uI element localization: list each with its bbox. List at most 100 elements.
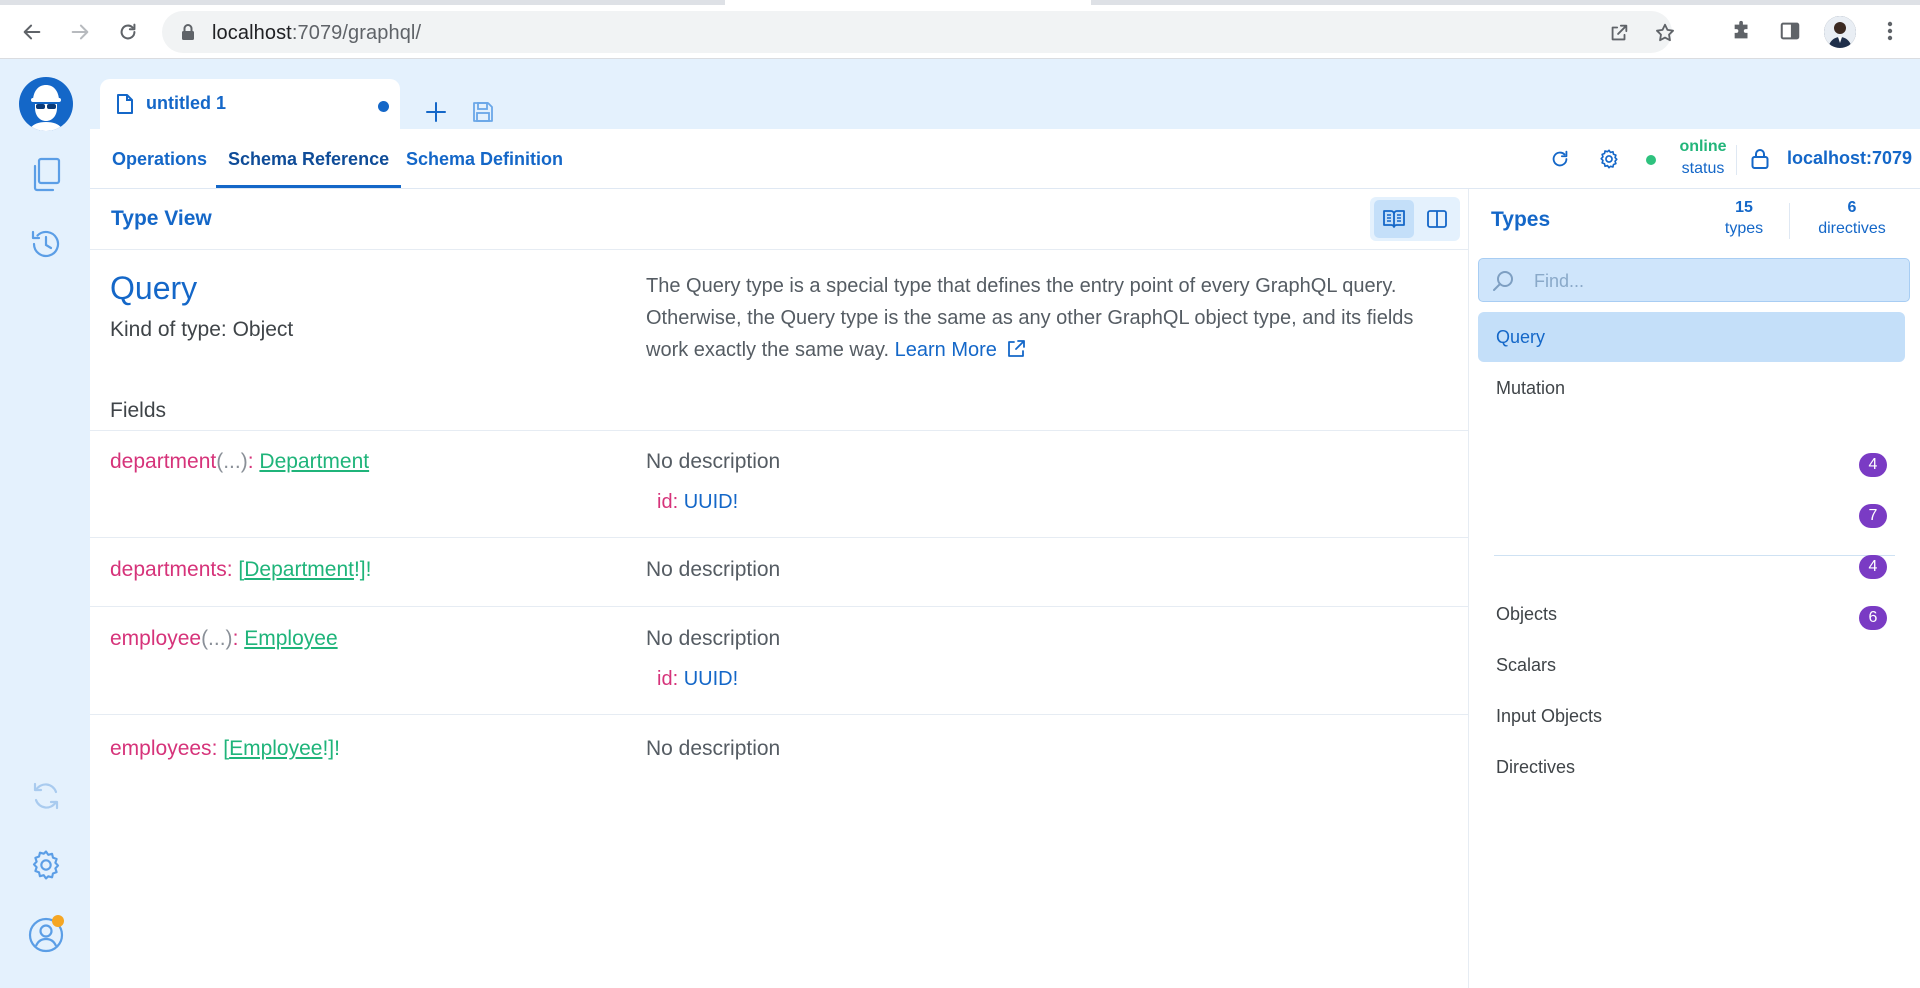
type-view: Type View Query Kind of type: Object The… [90,189,1469,988]
avatar-icon [1824,16,1856,48]
type-name: Query [110,270,198,306]
field-name[interactable]: department [110,450,216,473]
objects-count-badge: 4 [1859,453,1887,477]
lock-icon [182,24,194,40]
graphql-ide: untitled 1 Operations Schema Reference S… [0,59,1920,988]
columns-icon [1427,210,1447,228]
forward-button[interactable] [62,14,98,50]
fields-heading: Fields [110,399,167,422]
tab-strip [0,0,1920,5]
split-view-button[interactable] [1417,200,1457,238]
types-title: Types [1491,208,1551,231]
field-signature: departments: [Department!]! [110,558,372,581]
field-row: employee(...): Employee No description i… [90,606,1469,714]
save-icon [473,102,493,122]
field-type-link[interactable]: Department [244,558,354,581]
documents-button[interactable] [27,156,65,194]
category-directives[interactable]: Directives [1478,742,1905,792]
field-signature: employees: [Employee!]! [110,737,340,760]
directives-count-badge: 6 [1859,606,1887,630]
external-link-icon [1008,340,1026,357]
star-icon [1656,23,1674,42]
type-view-header: Type View [90,189,1469,250]
type-view-title: Type View [111,207,212,230]
side-panel-button[interactable] [1775,16,1805,46]
field-description: No description [646,737,781,760]
history-button[interactable] [27,225,65,263]
endpoint-host[interactable]: localhost:7079 [1787,148,1912,169]
account-button[interactable] [27,915,65,953]
field-description: No description [646,627,781,650]
reading-view-button[interactable] [1374,200,1414,238]
tab-operations[interactable]: Operations [100,129,219,188]
sync-button[interactable] [27,777,65,815]
history-icon [31,230,60,258]
document-tab-title: untitled 1 [146,93,226,113]
category-objects[interactable]: Objects [1478,589,1905,639]
field-signature: department(...): Department [110,450,370,473]
left-rail [0,59,90,988]
field-type-link[interactable]: Department [259,450,369,473]
browser-menu-button[interactable] [1875,16,1905,46]
side-panel-icon [1780,22,1800,40]
tab-schema-definition[interactable]: Schema Definition [394,129,575,188]
settings-button[interactable] [27,846,65,884]
main-panel: Operations Schema Reference Schema Defin… [90,129,1920,988]
new-tab-button[interactable] [420,96,452,128]
share-icon [1611,24,1628,41]
search-placeholder: Find... [1534,271,1585,291]
type-item-query[interactable]: Query [1478,312,1905,362]
online-status-dot [1646,155,1656,165]
type-search-input[interactable]: Find... [1478,258,1910,302]
category-scalars[interactable]: Scalars [1478,640,1905,690]
extensions-button[interactable] [1727,16,1757,46]
search-icon [1493,271,1513,291]
field-type-link[interactable]: Employee [244,627,337,650]
field-description: No description [646,450,781,473]
types-counter: 15 types [1724,199,1764,237]
field-row: department(...): Department No descripti… [90,430,1469,537]
field-args-hint: (...) [201,627,233,650]
profile-avatar[interactable] [1824,16,1856,48]
lock-icon [1751,149,1769,169]
gear-icon [1600,149,1618,169]
field-name[interactable]: departments [110,558,227,581]
copy-documents-icon [33,157,61,192]
gear-icon [32,850,60,880]
field-row: departments: [Department!]! No descripti… [90,537,1469,606]
document-tabs: untitled 1 [90,59,1920,129]
book-icon [1383,210,1405,228]
type-kind: Kind of type: Object [110,318,294,341]
url-text: localhost:7079/graphql/ [212,22,422,44]
logo-icon [29,85,63,131]
field-name[interactable]: employees [110,737,212,760]
share-button[interactable] [1606,20,1632,46]
refresh-icon [1552,150,1568,167]
learn-more-link[interactable]: Learn More [895,339,1027,361]
address-bar[interactable]: localhost:7079/graphql/ [162,11,1674,53]
type-item-mutation[interactable]: Mutation [1478,363,1905,413]
back-button[interactable] [14,14,50,50]
reload-button[interactable] [110,14,146,50]
tab-schema-reference[interactable]: Schema Reference [216,129,402,188]
browser-chrome: localhost:7079/graphql/ [0,0,1920,59]
arrow-left-icon [23,24,41,40]
field-type-link[interactable]: Employee [229,737,322,760]
reload-icon [120,23,136,40]
document-tab[interactable]: untitled 1 [100,79,400,129]
category-input-objects[interactable]: Input Objects [1478,691,1905,741]
connection-settings-button[interactable] [1596,146,1622,172]
argument-name: id [657,668,673,690]
connection-status-label: status [1681,160,1725,177]
save-button[interactable] [468,96,498,128]
refresh-schema-button[interactable] [1547,146,1573,172]
argument-name: id [657,491,673,513]
more-vertical-icon [1887,21,1893,41]
field-args-hint: (...) [216,450,248,473]
field-name[interactable]: employee [110,627,201,650]
bookmark-button[interactable] [1652,20,1678,46]
scalars-count-badge: 7 [1859,504,1887,528]
arrow-right-icon [71,24,89,40]
view-mode-toggle [1370,197,1460,241]
field-argument: id: UUID! [657,491,739,513]
